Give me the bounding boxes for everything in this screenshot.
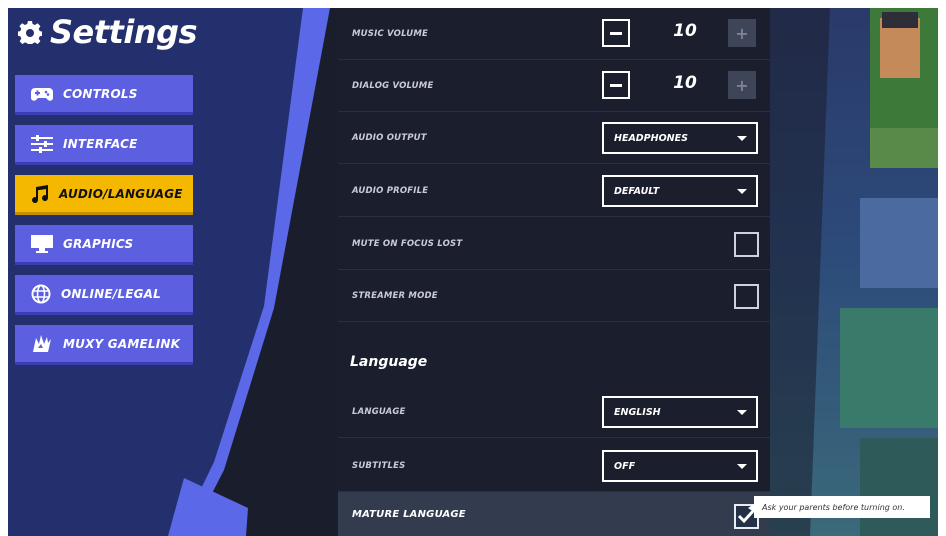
chevron-down-icon	[737, 189, 747, 194]
mature-language-tooltip: Ask your parents before turning on.	[748, 496, 930, 518]
nav-label: INTERFACE	[63, 136, 138, 151]
language-section-heading: Language	[350, 354, 428, 370]
language-dropdown[interactable]: ENGLISH	[602, 396, 758, 428]
minus-icon	[610, 83, 622, 87]
settings-panel: MUSIC VOLUME 10 + DIALOG VOLUME 10 + AUD…	[338, 8, 770, 536]
audio-output-value: HEADPHONES	[614, 132, 688, 144]
streamer-mode-row: STREAMER MODE	[338, 270, 770, 322]
monitor-icon	[31, 234, 53, 253]
language-label: LANGUAGE	[352, 406, 406, 417]
audio-output-row: AUDIO OUTPUT HEADPHONES	[338, 112, 770, 164]
dialog-volume-increase-button[interactable]: +	[728, 71, 756, 99]
mute-on-focus-lost-label: MUTE ON FOCUS LOST	[352, 238, 463, 249]
audio-profile-value: DEFAULT	[614, 185, 660, 197]
audio-profile-row: AUDIO PROFILE DEFAULT	[338, 165, 770, 217]
nav-label: CONTROLS	[63, 86, 138, 101]
dialog-volume-stepper: 10 +	[602, 71, 757, 101]
mature-language-row[interactable]: MATURE LANGUAGE	[338, 492, 770, 536]
nav-label: MUXY GAMELINK	[63, 336, 181, 351]
background-game-art	[770, 8, 938, 536]
globe-icon	[31, 284, 51, 303]
audio-profile-dropdown[interactable]: DEFAULT	[602, 175, 758, 207]
nav-controls[interactable]: CONTROLS	[15, 75, 193, 115]
dialog-volume-decrease-button[interactable]	[602, 71, 630, 99]
nav-audio-language[interactable]: AUDIO/LANGUAGE	[15, 175, 193, 215]
audio-output-dropdown[interactable]: HEADPHONES	[602, 122, 758, 154]
subtitles-row: SUBTITLES OFF	[338, 440, 770, 492]
sliders-icon	[31, 134, 53, 153]
gamepad-icon	[31, 87, 53, 101]
music-volume-value: 10	[673, 21, 697, 41]
music-volume-stepper: 10 +	[602, 19, 757, 49]
settings-screen: Settings CONTROLS INTERFACE AUDIO/LANGUA…	[8, 8, 938, 536]
music-volume-label: MUSIC VOLUME	[352, 28, 429, 39]
nav-muxy-gamelink[interactable]: MUXY GAMELINK	[15, 325, 193, 365]
muxy-logo-icon	[33, 334, 51, 352]
nav-graphics[interactable]: GRAPHICS	[15, 225, 193, 265]
settings-title-text: Settings	[50, 13, 198, 51]
nav-online-legal[interactable]: ONLINE/LEGAL	[15, 275, 193, 315]
minus-icon	[610, 31, 622, 35]
chevron-down-icon	[737, 464, 747, 469]
subtitles-dropdown[interactable]: OFF	[602, 450, 758, 482]
nav-label: AUDIO/LANGUAGE	[59, 186, 183, 201]
dialog-volume-label: DIALOG VOLUME	[352, 80, 434, 91]
nav-label: ONLINE/LEGAL	[61, 286, 162, 301]
audio-profile-label: AUDIO PROFILE	[352, 185, 429, 196]
nav-label: GRAPHICS	[63, 236, 134, 251]
mature-language-label: MATURE LANGUAGE	[352, 508, 466, 520]
dialog-volume-value: 10	[673, 73, 697, 93]
music-volume-row: MUSIC VOLUME 10 +	[338, 8, 770, 60]
subtitles-label: SUBTITLES	[352, 460, 406, 471]
music-note-icon	[32, 184, 49, 203]
language-value: ENGLISH	[614, 406, 661, 418]
settings-title: Settings	[18, 12, 198, 52]
streamer-mode-checkbox[interactable]	[734, 284, 759, 309]
dialog-volume-row: DIALOG VOLUME 10 +	[338, 60, 770, 112]
language-row: LANGUAGE ENGLISH	[338, 386, 770, 438]
audio-output-label: AUDIO OUTPUT	[352, 132, 427, 143]
subtitles-value: OFF	[614, 460, 636, 472]
mute-on-focus-lost-checkbox[interactable]	[734, 232, 759, 257]
music-volume-decrease-button[interactable]	[602, 19, 630, 47]
streamer-mode-label: STREAMER MODE	[352, 290, 438, 301]
music-volume-increase-button[interactable]: +	[728, 19, 756, 47]
mute-on-focus-lost-row: MUTE ON FOCUS LOST	[338, 218, 770, 270]
chevron-down-icon	[737, 410, 747, 415]
gear-icon	[18, 21, 42, 44]
chevron-down-icon	[737, 136, 747, 141]
nav-interface[interactable]: INTERFACE	[15, 125, 193, 165]
